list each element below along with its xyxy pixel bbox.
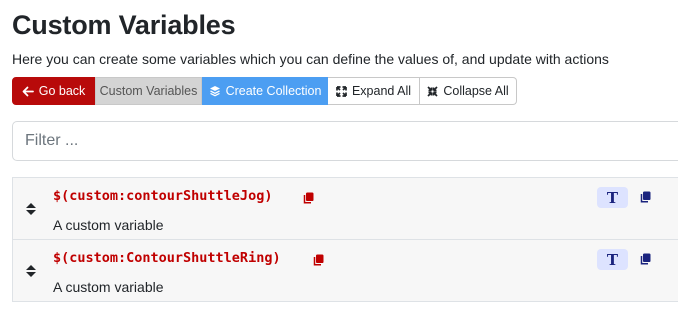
variable-name: $(custom:ContourShuttleRing)	[53, 250, 281, 266]
layers-icon	[209, 85, 221, 97]
filter-input[interactable]	[12, 121, 678, 161]
copy-icon[interactable]	[640, 191, 651, 203]
sort-handle-icon[interactable]	[25, 202, 37, 216]
variable-name: $(custom:contourShuttleJog)	[53, 188, 273, 204]
arrow-left-icon	[22, 86, 34, 97]
variable-description: A custom variable	[53, 279, 164, 295]
page-title: Custom Variables	[12, 10, 236, 40]
create-collection-label: Create Collection	[225, 84, 322, 98]
create-collection-button[interactable]: Create Collection	[202, 77, 328, 105]
copy-icon[interactable]	[313, 254, 324, 266]
variable-list: $(custom:contourShuttleJog) A custom var…	[12, 177, 678, 302]
collapse-all-button[interactable]: Collapse All	[420, 77, 517, 105]
collapse-all-label: Collapse All	[443, 84, 509, 98]
go-back-label: Go back	[38, 84, 86, 98]
custom-variables-button[interactable]: Custom Variables	[95, 77, 202, 105]
sort-handle-icon[interactable]	[25, 264, 37, 278]
expand-all-button[interactable]: Expand All	[328, 77, 420, 105]
variable-description: A custom variable	[53, 217, 164, 233]
expand-all-label: Expand All	[351, 84, 412, 98]
compress-arrows-icon	[427, 85, 438, 97]
copy-icon[interactable]	[640, 253, 651, 265]
variable-row: $(custom:contourShuttleJog) A custom var…	[12, 178, 678, 240]
string-type-badge: T	[597, 187, 628, 208]
expand-arrows-icon	[336, 85, 347, 97]
variable-row: $(custom:ContourShuttleRing) A custom va…	[12, 240, 678, 302]
go-back-button[interactable]: Go back	[12, 77, 95, 105]
string-type-badge: T	[597, 249, 628, 270]
page-description: Here you can create some variables which…	[12, 51, 609, 67]
toolbar: Go back Custom Variables Create Collecti…	[12, 77, 517, 105]
copy-icon[interactable]	[303, 192, 314, 204]
